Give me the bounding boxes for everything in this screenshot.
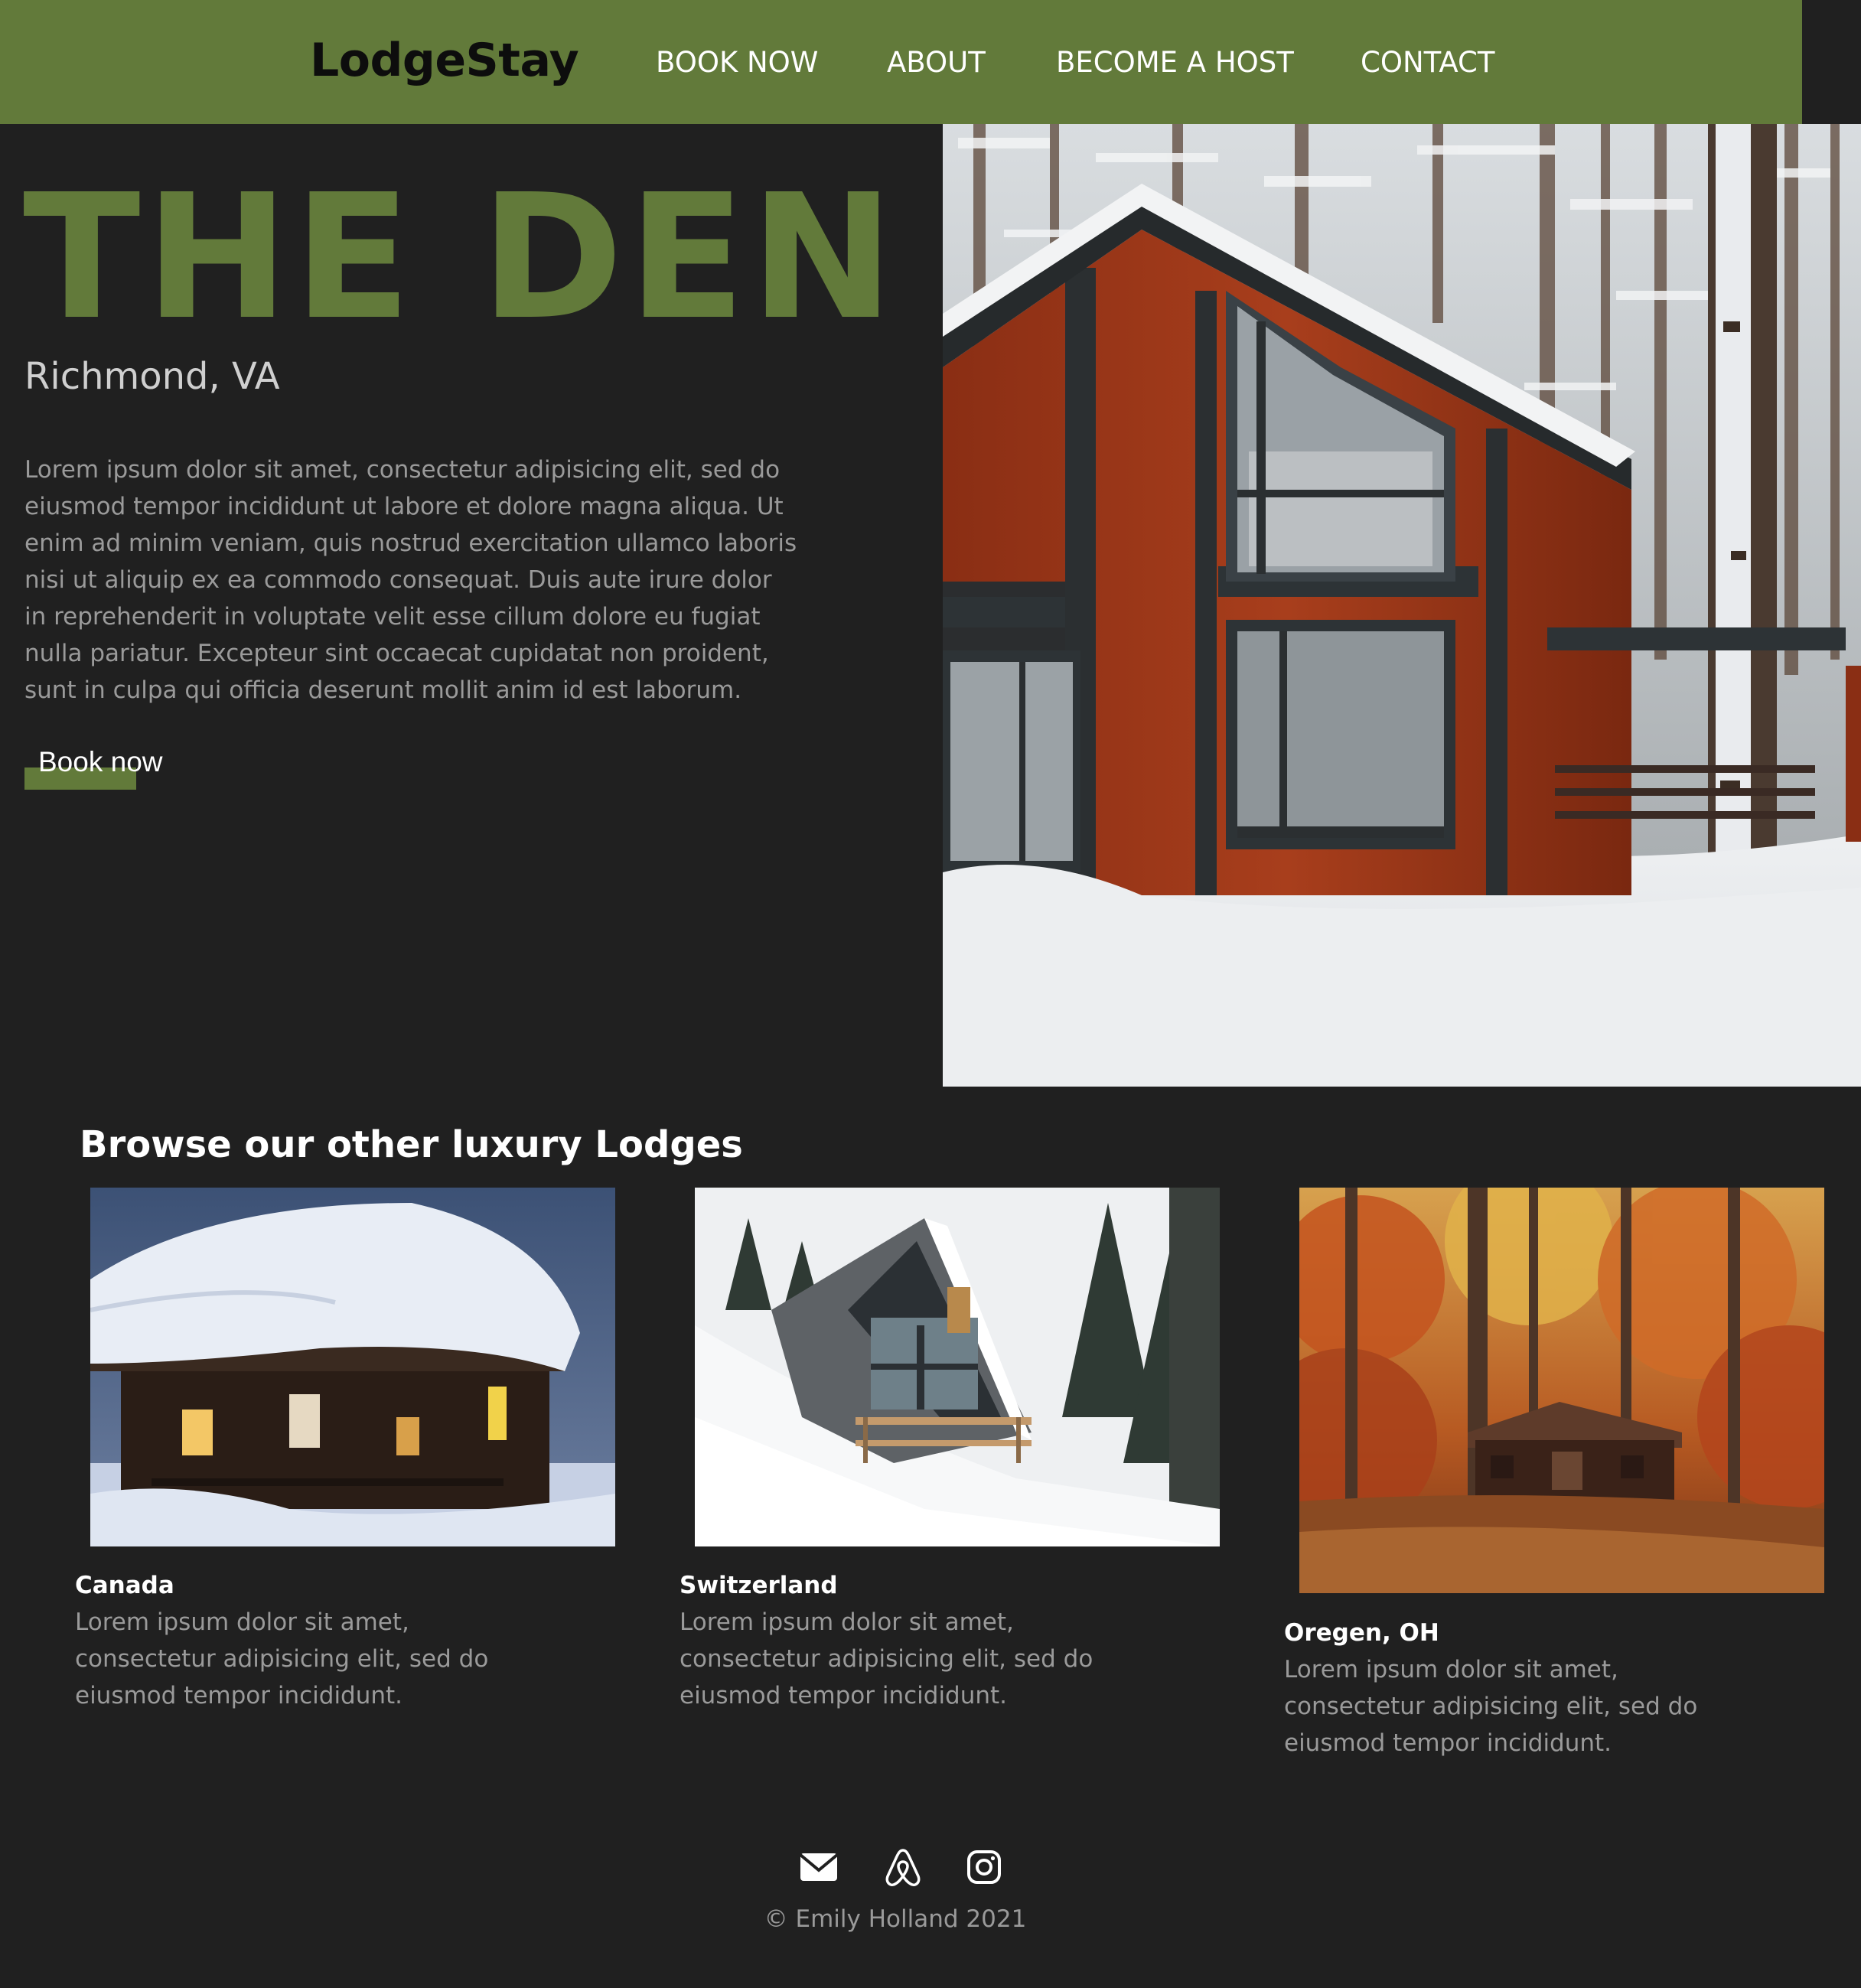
lodge-photo-switzerland[interactable] (695, 1188, 1220, 1546)
book-now-label: Book now (38, 746, 163, 777)
nav-link-book-now[interactable]: BOOK NOW (656, 46, 818, 79)
lodge-description-switzerland: Lorem ipsum dolor sit amet, consectetur … (680, 1608, 1093, 1709)
nav-link-contact[interactable]: CONTACT (1361, 46, 1494, 79)
nav-link-become-a-host[interactable]: BECOME A HOST (1056, 46, 1294, 79)
lodge-name-canada[interactable]: Canada (75, 1572, 174, 1599)
hero-location: Richmond, VA (24, 355, 280, 398)
lodge-photo-canada[interactable] (90, 1188, 615, 1546)
top-nav-bar: LodgeStay BOOK NOW ABOUT BECOME A HOST C… (0, 0, 1802, 124)
nav-link-about[interactable]: ABOUT (887, 46, 986, 79)
airbnb-icon[interactable] (880, 1844, 926, 1890)
browse-section-title: Browse our other luxury Lodges (80, 1123, 743, 1166)
nav-edge-gap (1802, 0, 1861, 92)
lodge-name-oregen-oh[interactable]: Oregen, OH (1284, 1619, 1439, 1647)
hero-description: Lorem ipsum dolor sit amet, consectetur … (24, 456, 797, 704)
lodge-name-switzerland[interactable]: Switzerland (680, 1572, 838, 1599)
lodge-description-canada: Lorem ipsum dolor sit amet, consectetur … (75, 1608, 489, 1709)
hero-cabin-photo (943, 92, 1861, 1087)
hero-title: THE DEN (23, 158, 899, 358)
book-now-button[interactable]: Book now (24, 746, 223, 792)
envelope-icon[interactable] (796, 1844, 842, 1890)
lodge-photo-oregen-oh[interactable] (1299, 1188, 1824, 1593)
brand-logo[interactable]: LodgeStay (310, 34, 579, 87)
footer-copyright: © Emily Holland 2021 (764, 1905, 1027, 1933)
lodge-description-oregen-oh: Lorem ipsum dolor sit amet, consectetur … (1284, 1656, 1698, 1757)
instagram-icon[interactable] (961, 1844, 1007, 1890)
